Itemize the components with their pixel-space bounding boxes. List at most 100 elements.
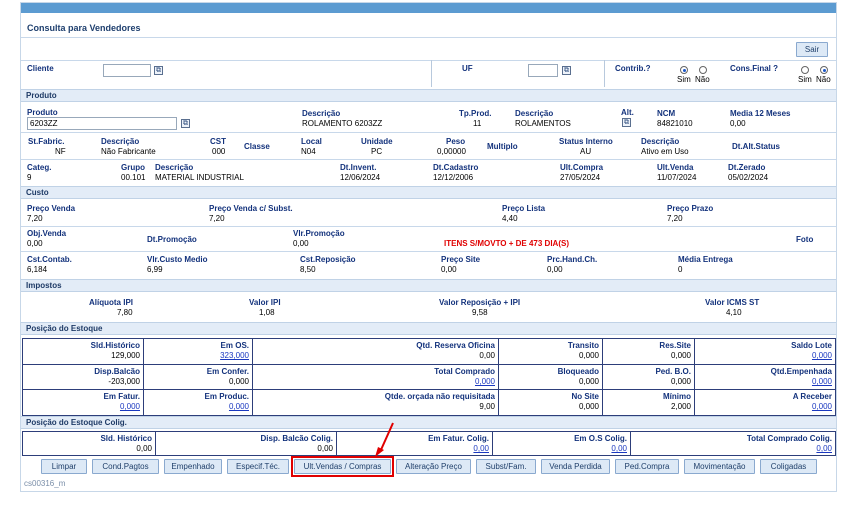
stock-label: Sld.Histórico [90, 341, 140, 350]
stock-label: Disp.Balcão [94, 367, 140, 376]
contrib-nao-radio[interactable] [699, 66, 707, 74]
mediaentrega-label: Média Entrega [678, 255, 733, 264]
consfinal-nao-radio[interactable] [820, 66, 828, 74]
stock-cell: No Site 0,000 [499, 390, 603, 415]
stock-label: Ped. B.O. [655, 367, 691, 376]
uf-label: UF [462, 64, 473, 73]
objvenda-label: Obj.Venda [27, 229, 67, 238]
stfabric-label: St.Fabric. [28, 137, 65, 146]
dtpromocao-label: Dt.Promoção [147, 235, 197, 244]
stock-value: 0,00 [479, 351, 495, 360]
vlrpromocao-value: 0,00 [293, 239, 309, 248]
vlrcustomedio-label: Vlr.Custo Medio [147, 255, 208, 264]
grupo-value: 00.101 [121, 173, 146, 182]
empenhado-button[interactable]: Empenhado [164, 459, 222, 474]
valoricmsst-label: Valor ICMS ST [705, 298, 760, 307]
subst-fam-button[interactable]: Subst/Fam. [476, 459, 536, 474]
divider [21, 60, 836, 61]
stock-label: Total Comprado [434, 367, 495, 376]
peso-value: 0,00000 [437, 147, 466, 156]
stock-value: 2,000 [670, 402, 691, 411]
cliente-input[interactable] [103, 64, 151, 77]
dtinvent-value: 12/06/2024 [340, 173, 381, 182]
descricao5-label: Descrição [155, 163, 194, 172]
exit-button[interactable]: Sair [796, 42, 828, 57]
qtd-empenhada-link[interactable]: 0,000 [812, 377, 832, 386]
stock-cell: Bloqueado 0,000 [499, 365, 603, 390]
divider [21, 226, 836, 227]
uf-lookup-icon[interactable]: ⧉ [562, 66, 571, 75]
vlrcustomedio-value: 6,99 [147, 265, 163, 274]
cond-pagtos-button[interactable]: Cond.Pagtos [92, 459, 159, 474]
em-fatur-colig-link[interactable]: 0,00 [473, 444, 489, 453]
a-receber-link[interactable]: 0,000 [812, 402, 832, 411]
precoprazo-value: 7,20 [667, 214, 683, 223]
precovenda-label: Preço Venda [27, 204, 76, 213]
coligadas-label: Em O.S Colig. [574, 434, 627, 443]
consfinal-nao-label: Não [816, 75, 831, 84]
cliente-label: Cliente [27, 64, 54, 73]
coligadas-value: 0,00 [317, 444, 333, 453]
coligadas-cell: Em Fatur. Colig. 0,00 [337, 432, 493, 455]
dtcadastro-value: 12/12/2006 [433, 173, 474, 182]
contrib-label: Contrib.? [615, 64, 651, 73]
produto-lookup-icon[interactable]: ⧉ [181, 119, 190, 128]
tpprod-label: Tp.Prod. [459, 109, 492, 118]
valoripi-value: 1,08 [259, 308, 275, 317]
coligadas-cell: Sld. Histórico 0,00 [23, 432, 156, 455]
coligadas-button[interactable]: Coligadas [760, 459, 817, 474]
movimentacao-button[interactable]: Movimentação [684, 459, 755, 474]
total-comprado-colig-link[interactable]: 0,00 [816, 444, 832, 453]
total-comprado-link[interactable]: 0,000 [475, 377, 495, 386]
descricao5-value: MATERIAL INDUSTRIAL [155, 173, 244, 182]
descricao3-label: Descrição [101, 137, 140, 146]
descricao-value: ROLAMENTO 6203ZZ [302, 119, 383, 128]
categ-value: 9 [27, 173, 32, 182]
em-os-colig-link[interactable]: 0,00 [611, 444, 627, 453]
especif-tec-button[interactable]: Especif.Téc. [227, 459, 289, 474]
section-coligadas-header: Posição do Estoque Colig. [21, 416, 836, 429]
alt-lookup-icon[interactable]: ⧉ [622, 118, 631, 127]
produto-label: Produto [27, 108, 58, 117]
uf-input[interactable] [528, 64, 558, 77]
stock-label: Saldo Lote [791, 341, 832, 350]
divider [21, 37, 836, 38]
stock-value: 129,000 [111, 351, 140, 360]
stock-cell: Res.Site 0,000 [603, 339, 695, 365]
stock-cell: Em Produc. 0,000 [144, 390, 253, 415]
em-fatur-link[interactable]: 0,000 [120, 402, 140, 411]
stock-cell: Qtde. orçada não requisitada 9,00 [253, 390, 499, 415]
categ-label: Categ. [27, 163, 52, 172]
media12-value: 0,00 [730, 119, 746, 128]
stock-cell: Total Comprado 0,000 [253, 365, 499, 390]
stock-cell: Sld.Histórico 129,000 [23, 339, 144, 365]
stock-label: Bloqueado [557, 367, 599, 376]
aliquotaipi-value: 7,80 [117, 308, 133, 317]
statusint-label: Status Interno [559, 137, 613, 146]
stock-label: No Site [571, 392, 599, 401]
local-value: N04 [301, 147, 316, 156]
ultcompra-label: Ult.Compra [560, 163, 604, 172]
dtaltstatus-label: Dt.Alt.Status [732, 142, 780, 151]
foto-label[interactable]: Foto [796, 235, 813, 244]
dtzerado-value: 05/02/2024 [728, 173, 769, 182]
produto-input[interactable]: 6203ZZ [27, 117, 177, 130]
consfinal-sim-radio[interactable] [801, 66, 809, 74]
saldo-lote-link[interactable]: 0,000 [812, 351, 832, 360]
precolista-value: 4,40 [502, 214, 518, 223]
dtcadastro-label: Dt.Cadastro [433, 163, 479, 172]
em-os-link[interactable]: 323,000 [220, 351, 249, 360]
annotation-arrow-icon [375, 422, 394, 457]
ped-compra-button[interactable]: Ped.Compra [615, 459, 679, 474]
limpar-button[interactable]: Limpar [41, 459, 87, 474]
cst-value: 000 [212, 147, 226, 156]
cstreposicao-label: Cst.Reposição [300, 255, 356, 264]
peso-label: Peso [446, 137, 466, 146]
contrib-sim-radio[interactable] [680, 66, 688, 74]
cliente-lookup-icon[interactable]: ⧉ [154, 66, 163, 75]
alteracao-preco-button[interactable]: Alteração Preço [396, 459, 471, 474]
ultcompra-value: 27/05/2024 [560, 173, 601, 182]
venda-perdida-button[interactable]: Venda Perdida [541, 459, 610, 474]
dtinvent-label: Dt.Invent. [340, 163, 377, 172]
em-produc-link[interactable]: 0,000 [229, 402, 249, 411]
